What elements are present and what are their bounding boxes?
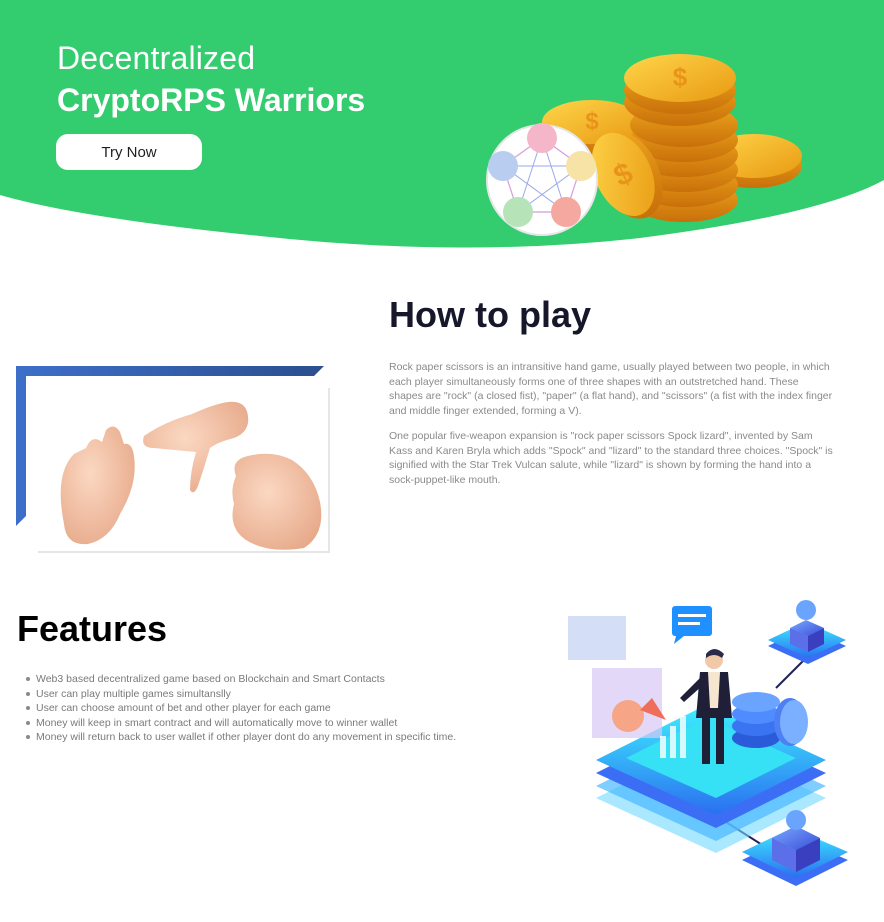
svg-text:$: $ [585, 108, 599, 135]
try-now-button[interactable]: Try Now [56, 134, 202, 170]
bullet-icon [26, 720, 30, 725]
feature-item: Money will keep in smart contract and wi… [20, 716, 456, 731]
how-to-play-title: How to play [389, 294, 592, 335]
bullet-icon [26, 706, 30, 711]
feature-text: Web3 based decentralized game based on B… [36, 673, 385, 685]
feature-text: User can play multiple games simultansll… [36, 687, 231, 700]
feature-item: User can play multiple games simultansll… [20, 687, 456, 702]
feature-item: Web3 based decentralized game based on B… [20, 672, 456, 687]
isometric-blockchain-illustration [568, 600, 848, 886]
features-list: Web3 based decentralized game based on B… [20, 672, 456, 745]
bullet-icon [26, 735, 30, 740]
features-title: Features [17, 608, 168, 649]
bullet-icon [26, 677, 30, 681]
bullet-icon [26, 691, 30, 696]
svg-text:$: $ [673, 62, 688, 92]
hands-photo [16, 366, 330, 553]
feature-item: Money will return back to user wallet if… [20, 730, 456, 745]
rock-paper-scissors-lizard-spock-icon [486, 123, 598, 236]
hero-title: CryptoRPS Warriors [57, 82, 366, 118]
feature-item: User can choose amount of bet and other … [20, 701, 456, 716]
feature-text: Money will return back to user wallet if… [36, 731, 457, 744]
hero-section: Decentralized CryptoRPS Warriors Try Now… [0, 0, 884, 250]
feature-text: User can choose amount of bet and other … [36, 702, 331, 715]
how-to-play-paragraph: One popular five-weapon expansion is "ro… [389, 430, 833, 486]
coin-stack-illustration: $ $ $ [486, 54, 802, 236]
how-to-play-paragraph: Rock paper scissors is an intransitive h… [389, 361, 833, 417]
hero-subtitle: Decentralized [57, 40, 256, 76]
feature-text: Money will keep in smart contract and wi… [36, 716, 398, 729]
